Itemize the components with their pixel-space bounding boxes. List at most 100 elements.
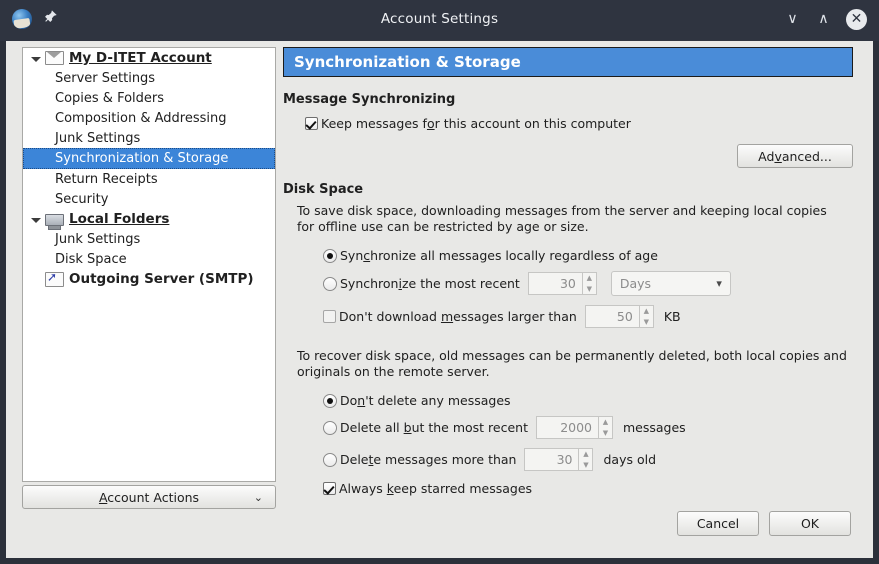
sync-all-radio[interactable] xyxy=(323,248,337,263)
ok-button[interactable]: OK xyxy=(769,511,851,536)
keep-messages-row[interactable]: Keep messages for this account on this c… xyxy=(305,116,857,131)
sidebar-item-outgoing-server-smtp[interactable]: Outgoing Server (SMTP) xyxy=(23,269,275,289)
accounts-tree[interactable]: My D-ITET Account Server Settings Copies &… xyxy=(22,47,276,482)
sidebar-item-label: Composition & Addressing xyxy=(55,110,227,126)
max-size-stepper[interactable]: 50 ▲ ▼ xyxy=(584,305,654,328)
accelerator-key: n xyxy=(357,393,366,408)
sidebar-item-copies-folders[interactable]: Copies & Folders xyxy=(23,88,275,108)
sidebar-item-local-folders[interactable]: Local Folders xyxy=(23,209,275,230)
sidebar-item-junk-settings[interactable]: Junk Settings xyxy=(23,128,275,148)
spinner-down-icon[interactable]: ▼ xyxy=(640,317,653,328)
delete-older-stepper[interactable]: 30 ▲ ▼ xyxy=(524,448,594,471)
message-synchronizing-title: Message Synchronizing xyxy=(283,92,456,107)
dialog-content: My D-ITET Account Server Settings Copies &… xyxy=(6,41,873,558)
sidebar-item-label: Server Settings xyxy=(55,70,156,86)
accelerator-key: m xyxy=(440,309,454,324)
computer-icon xyxy=(45,214,64,230)
spinner-arrows[interactable]: ▲ ▼ xyxy=(598,416,613,439)
spinner-arrows[interactable]: ▲ ▼ xyxy=(638,305,654,328)
keep-starred-label: Always keep starred messages xyxy=(339,481,533,496)
cancel-button[interactable]: Cancel xyxy=(677,511,759,536)
sync-recent-radio[interactable] xyxy=(323,276,337,291)
keep-messages-checkbox[interactable] xyxy=(305,117,318,130)
sidebar-item-label: Junk Settings xyxy=(55,231,141,247)
maximize-button[interactable]: ∧ xyxy=(815,11,832,28)
delete-older-label: Delete messages more than xyxy=(340,452,517,467)
keep-starred-row[interactable]: Always keep starred messages xyxy=(323,481,857,496)
account-actions-label: Account Actions xyxy=(98,489,200,505)
accelerator-key: t xyxy=(368,452,374,467)
sidebar-item-label: Local Folders xyxy=(69,211,170,227)
smtp-icon xyxy=(45,270,64,287)
spinner-down-icon[interactable]: ▼ xyxy=(579,460,592,471)
sync-all-row[interactable]: Synchronize all messages locally regardl… xyxy=(323,248,857,263)
accelerator-key: i xyxy=(398,276,402,291)
sidebar-item-junk-settings[interactable]: Junk Settings xyxy=(23,229,275,249)
max-size-label: Don't download messages larger than xyxy=(339,309,577,324)
advanced-button[interactable]: Ad v anced... xyxy=(737,144,853,168)
spinner-arrows[interactable]: ▲ ▼ xyxy=(581,272,597,295)
sync-recent-unit-value: Days xyxy=(619,276,652,291)
sidebar-item-composition-addressing[interactable]: Composition & Addressing xyxy=(23,108,275,128)
max-size-checkbox[interactable] xyxy=(323,310,336,323)
sidebar-item-synchronization-storage[interactable]: Synchronization & Storage xyxy=(23,148,275,169)
minimize-button[interactable]: ∨ xyxy=(784,11,801,28)
twisty-expanded-icon[interactable] xyxy=(29,52,42,65)
sidebar-item-label: Copies & Folders xyxy=(55,90,165,106)
page-title: Synchronization & Storage xyxy=(283,47,853,77)
delete-all-but-row[interactable]: Delete all but the most recent 2000 ▲ ▼ … xyxy=(323,416,857,439)
delete-older-unit: days old xyxy=(603,452,657,467)
sidebar-item-label: Return Receipts xyxy=(55,171,158,187)
delete-all-but-unit: messages xyxy=(623,420,686,435)
chevron-down-icon: ▾ xyxy=(716,277,722,290)
max-size-value[interactable]: 50 xyxy=(584,305,639,328)
twisty-expanded-icon[interactable] xyxy=(29,213,42,226)
mail-icon xyxy=(45,51,64,65)
spinner-up-icon[interactable]: ▲ xyxy=(599,417,612,428)
delete-all-but-radio[interactable] xyxy=(323,420,337,435)
sidebar-item-return-receipts[interactable]: Return Receipts xyxy=(23,169,275,189)
sidebar-item-my-d-itet-account[interactable]: My D-ITET Account xyxy=(23,48,275,68)
accelerator-key: b xyxy=(403,420,412,435)
sync-recent-value[interactable]: 30 xyxy=(527,272,582,295)
no-delete-label: Don't delete any messages xyxy=(340,393,511,408)
title-bar: Account Settings ∨ ∧ ✕ xyxy=(0,0,879,41)
sidebar-item-security[interactable]: Security xyxy=(23,189,275,209)
delete-all-but-value[interactable]: 2000 xyxy=(536,416,598,439)
advanced-button-row: Ad v anced... xyxy=(283,144,853,168)
accelerator-key: A xyxy=(98,489,108,505)
sidebar-item-label: Synchronization & Storage xyxy=(55,151,229,166)
accelerator-key: c xyxy=(363,248,371,263)
close-button[interactable]: ✕ xyxy=(846,9,867,30)
spinner-arrows[interactable]: ▲ ▼ xyxy=(578,448,594,471)
delete-older-radio[interactable] xyxy=(323,452,337,467)
sidebar-item-label: Security xyxy=(55,191,109,207)
sidebar-item-label: Disk Space xyxy=(55,251,127,267)
account-actions-button[interactable]: Account Actions ⌄ xyxy=(22,485,276,509)
sync-recent-stepper[interactable]: 30 ▲ ▼ xyxy=(527,272,597,295)
max-size-row[interactable]: Don't download messages larger than 50 ▲… xyxy=(323,305,857,328)
sidebar-item-server-settings[interactable]: Server Settings xyxy=(23,68,275,88)
delete-older-row[interactable]: Delete messages more than 30 ▲ ▼ days ol… xyxy=(323,448,857,471)
dialog-footer: Cancel OK xyxy=(677,511,851,536)
recover-description: To recover disk space, old messages can … xyxy=(297,348,847,379)
spinner-up-icon[interactable]: ▲ xyxy=(579,449,592,460)
window-title: Account Settings xyxy=(380,11,499,27)
delete-older-value[interactable]: 30 xyxy=(524,448,579,471)
sync-recent-unit-select[interactable]: Days ▾ xyxy=(610,271,731,296)
spinner-up-icon[interactable]: ▲ xyxy=(640,306,653,317)
spinner-up-icon[interactable]: ▲ xyxy=(583,273,596,284)
window-controls: ∨ ∧ ✕ xyxy=(784,9,867,30)
no-delete-row[interactable]: Don't delete any messages xyxy=(323,393,857,408)
keep-starred-checkbox[interactable] xyxy=(323,482,336,495)
no-delete-radio[interactable] xyxy=(323,393,337,408)
sync-recent-row[interactable]: Synchronize the most recent 30 ▲ ▼ Days … xyxy=(323,271,857,296)
settings-pane: Synchronization & Storage Message Synchr… xyxy=(283,47,857,552)
delete-all-but-label: Delete all but the most recent xyxy=(340,420,528,435)
sidebar-item-disk-space[interactable]: Disk Space xyxy=(23,249,275,269)
delete-all-but-stepper[interactable]: 2000 ▲ ▼ xyxy=(536,416,613,439)
account-settings-window: Account Settings ∨ ∧ ✕ My D-ITET Account… xyxy=(0,0,879,564)
spinner-down-icon[interactable]: ▼ xyxy=(599,428,612,439)
chevron-down-icon: ⌄ xyxy=(253,490,263,504)
spinner-down-icon[interactable]: ▼ xyxy=(583,284,596,295)
